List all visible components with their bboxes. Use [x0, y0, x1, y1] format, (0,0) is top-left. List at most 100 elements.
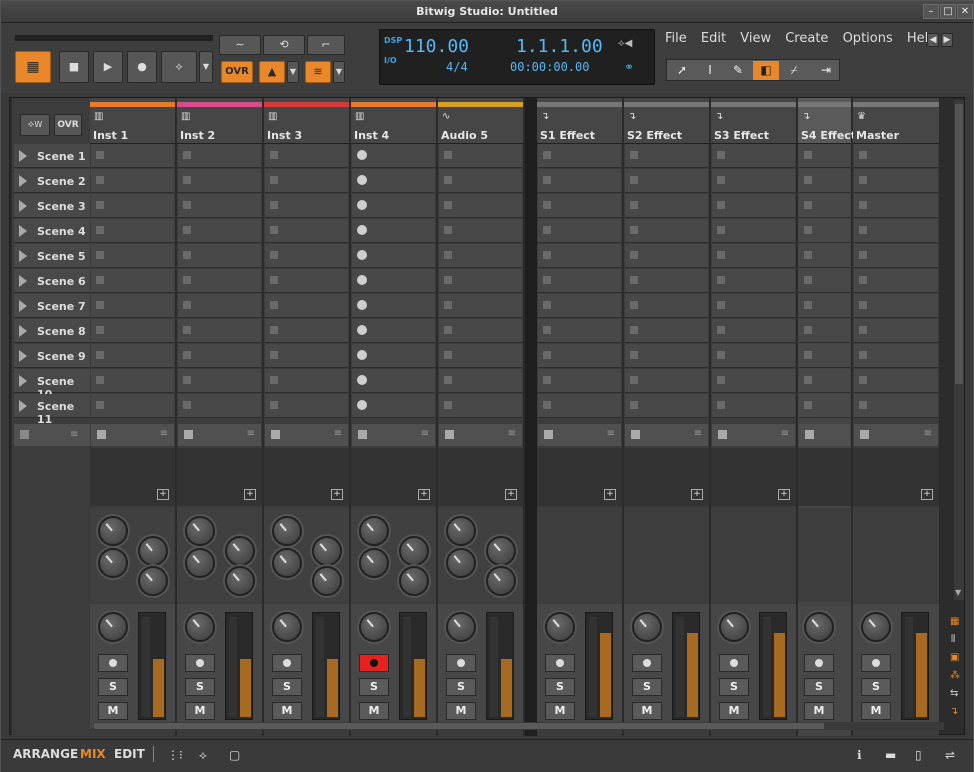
close-button[interactable]: ✕ — [957, 4, 973, 19]
eraser-tool[interactable]: ◧ — [753, 61, 779, 80]
add-device-icon[interactable]: + — [505, 489, 517, 500]
scene-row[interactable]: Scene 9 — [14, 344, 90, 368]
clip-slot[interactable] — [538, 194, 621, 218]
scene-row[interactable]: Scene 8 — [14, 319, 90, 343]
mute-button[interactable]: M — [359, 702, 389, 720]
track-stop-button[interactable] — [358, 430, 367, 439]
menu-lines-icon[interactable]: ≡ — [607, 428, 615, 439]
io-toggle-icon[interactable]: ⫴ — [951, 634, 955, 645]
track-header[interactable]: ▥ Inst 4 — [351, 98, 436, 144]
scene-launch-icon[interactable] — [19, 300, 27, 312]
file-icon[interactable]: ▯ — [915, 748, 922, 762]
clip-slot[interactable] — [712, 144, 795, 168]
mute-button[interactable]: M — [545, 702, 575, 720]
scene-launch-icon[interactable] — [19, 350, 27, 362]
track-header[interactable]: ♛ Master — [853, 98, 939, 144]
pan-knob[interactable] — [545, 612, 575, 642]
menu-lines-icon[interactable]: ≡ — [781, 428, 789, 439]
scene-launch-icon[interactable] — [19, 400, 27, 412]
scroll-thumb[interactable] — [955, 104, 963, 384]
clip-slot[interactable] — [352, 194, 435, 218]
scroll-down-icon[interactable]: ▼ — [955, 588, 961, 597]
clip-slot[interactable] — [178, 194, 261, 218]
send-knob[interactable] — [272, 516, 302, 546]
clip-slot[interactable] — [799, 144, 850, 168]
minimize-button[interactable]: – — [923, 4, 939, 19]
send-knob[interactable] — [312, 536, 342, 566]
clip-slot[interactable] — [538, 269, 621, 293]
add-device-icon[interactable]: + — [778, 489, 790, 500]
clip-slot[interactable] — [265, 294, 348, 318]
track-stop-button[interactable] — [631, 430, 640, 439]
menu-lines-icon[interactable]: ≡ — [924, 428, 932, 439]
position-display[interactable]: 1.1.1.00 — [516, 36, 603, 57]
volume-fader[interactable] — [312, 612, 340, 720]
clip-slot[interactable] — [799, 294, 850, 318]
track-stop-button[interactable] — [97, 430, 106, 439]
clip-slot[interactable] — [712, 269, 795, 293]
info-icon[interactable]: ℹ — [857, 748, 862, 762]
track-stop-button[interactable] — [184, 430, 193, 439]
clip-slot[interactable] — [352, 369, 435, 393]
track-header[interactable]: ▥ Inst 2 — [177, 98, 262, 144]
clip-slot[interactable] — [854, 194, 938, 218]
record-arm-button[interactable] — [446, 654, 476, 672]
clip-slot[interactable] — [352, 319, 435, 343]
menu-lines-icon[interactable]: ≡ — [334, 428, 342, 439]
send-knob[interactable] — [138, 566, 168, 596]
follow-menu-button[interactable]: ▼ — [333, 61, 345, 83]
crossfade-toggle-icon[interactable]: ⇆ — [950, 688, 958, 699]
volume-fader[interactable] — [138, 612, 166, 720]
record-arm-button[interactable] — [861, 654, 891, 672]
scene-row[interactable]: Scene 10 — [14, 369, 90, 401]
tempo-display[interactable]: 110.00 — [404, 36, 469, 57]
clip-slot[interactable] — [854, 394, 938, 418]
clip-slot[interactable] — [178, 394, 261, 418]
clip-slot[interactable] — [91, 294, 174, 318]
send-knob[interactable] — [359, 516, 389, 546]
pencil-tool[interactable]: ✎ — [725, 61, 751, 80]
automation-menu-button[interactable]: ▼ — [199, 51, 213, 83]
solo-button[interactable]: S — [98, 678, 128, 696]
send-knob[interactable] — [446, 548, 476, 578]
mute-button[interactable]: M — [185, 702, 215, 720]
detail-panel-icon[interactable]: ▢ — [229, 748, 240, 762]
clip-slot[interactable] — [799, 369, 850, 393]
stop-button[interactable]: ■ — [59, 51, 89, 83]
solo-button[interactable]: S — [272, 678, 302, 696]
clip-slot[interactable] — [799, 394, 850, 418]
clip-slot[interactable] — [91, 319, 174, 343]
track-stop-button[interactable] — [718, 430, 727, 439]
clip-slot[interactable] — [352, 394, 435, 418]
clip-slot[interactable] — [178, 169, 261, 193]
clip-slot[interactable] — [439, 344, 522, 368]
sends-toggle-icon[interactable]: ⁂ — [950, 670, 960, 681]
clip-slot[interactable] — [91, 269, 174, 293]
clip-slot[interactable] — [712, 244, 795, 268]
clip-slot[interactable] — [352, 144, 435, 168]
menu-lines-icon[interactable]: ≡ — [694, 428, 702, 439]
clip-slot[interactable] — [538, 394, 621, 418]
record-arm-button[interactable] — [804, 654, 834, 672]
clip-slot[interactable] — [439, 269, 522, 293]
record-button[interactable]: ● — [127, 51, 157, 83]
clip-launcher-toggle-icon[interactable]: ▦ — [950, 616, 959, 627]
volume-fader[interactable] — [759, 612, 787, 720]
clip-slot[interactable] — [625, 194, 708, 218]
maximize-button[interactable]: □ — [940, 4, 956, 19]
mute-button[interactable]: M — [272, 702, 302, 720]
hscroll-thumb[interactable] — [94, 723, 824, 729]
pan-knob[interactable] — [861, 612, 891, 642]
mute-button[interactable]: M — [719, 702, 749, 720]
time-signature[interactable]: 4/4 — [446, 60, 468, 74]
add-device-icon[interactable]: + — [691, 489, 703, 500]
track-header[interactable]: ▥ Inst 1 — [90, 98, 175, 144]
track-header[interactable]: ↴ S2 Effect — [624, 98, 709, 144]
clip-slot[interactable] — [265, 344, 348, 368]
clip-slot[interactable] — [91, 244, 174, 268]
track-stop-button[interactable] — [544, 430, 553, 439]
clip-slot[interactable] — [712, 219, 795, 243]
solo-button[interactable]: S — [545, 678, 575, 696]
clip-slot[interactable] — [712, 394, 795, 418]
menu-scroll-left[interactable]: ◀ — [927, 33, 939, 47]
